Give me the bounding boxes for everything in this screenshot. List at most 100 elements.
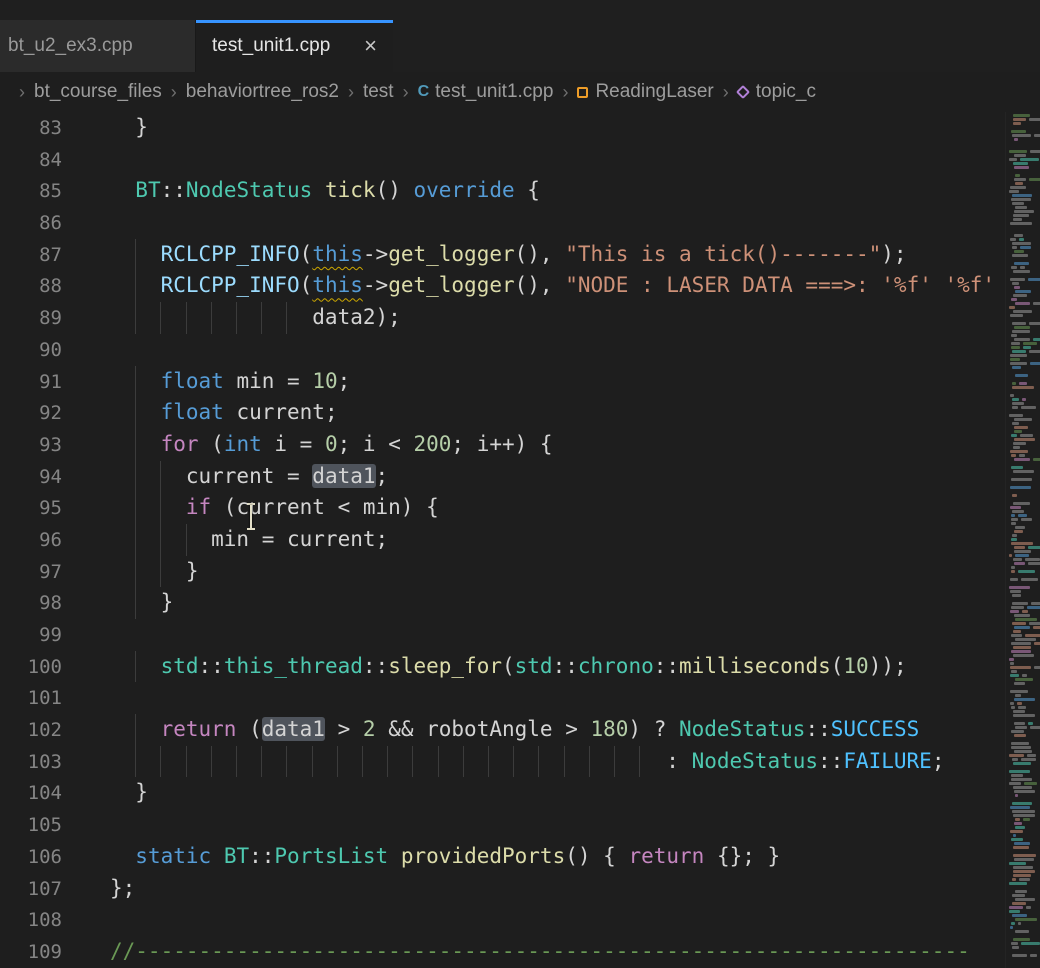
line-number[interactable]: 108 — [0, 905, 62, 937]
minimap-line — [1014, 614, 1030, 617]
minimap-line — [1009, 658, 1014, 661]
line-number[interactable]: 96 — [0, 525, 62, 557]
line-number[interactable]: 89 — [0, 303, 62, 335]
code-text: static BT::PortsList providedPorts() { r… — [110, 844, 780, 868]
breadcrumb-item-bt_course_files[interactable]: bt_course_files — [34, 81, 162, 103]
breadcrumb-item-test[interactable]: test — [363, 81, 394, 103]
chevron-right-icon: › — [562, 82, 568, 103]
line-number[interactable]: 83 — [0, 113, 62, 145]
breadcrumb-item-file[interactable]: C test_unit1.cpp — [418, 81, 554, 103]
code-line[interactable]: 92 float current; — [0, 397, 1040, 429]
code-token: data1 — [262, 717, 325, 741]
line-number[interactable]: 94 — [0, 462, 62, 494]
code-line[interactable]: 86 — [0, 207, 1040, 239]
minimap-line — [1034, 666, 1040, 669]
minimap-line — [1011, 298, 1017, 301]
close-icon[interactable]: × — [362, 35, 379, 57]
minimap-line — [1011, 642, 1030, 645]
line-number[interactable]: 109 — [0, 937, 62, 968]
minimap-line — [1014, 698, 1035, 701]
code-line[interactable]: 89 data2); — [0, 302, 1040, 334]
minimap-line — [1013, 442, 1025, 445]
line-number[interactable]: 85 — [0, 176, 62, 208]
code-line[interactable]: 83 } — [0, 112, 1040, 144]
indent-guide — [236, 302, 237, 334]
code-token: return — [161, 717, 237, 741]
breadcrumb-item-method[interactable]: topic_c — [738, 81, 816, 103]
code-text: data2); — [110, 305, 401, 329]
minimap-line — [1011, 538, 1017, 541]
line-number[interactable]: 103 — [0, 747, 62, 779]
code-line[interactable]: 99 — [0, 619, 1040, 651]
code-token: :: — [199, 654, 224, 678]
line-number[interactable]: 100 — [0, 652, 62, 684]
minimap-line — [1011, 922, 1015, 925]
minimap-line — [1012, 242, 1031, 245]
line-number[interactable]: 90 — [0, 335, 62, 367]
code-line[interactable]: 106 static BT::PortsList providedPorts()… — [0, 841, 1040, 873]
minimap-line — [1011, 454, 1016, 457]
line-number[interactable]: 107 — [0, 874, 62, 906]
code-line[interactable]: 107}; — [0, 873, 1040, 905]
line-number[interactable]: 104 — [0, 778, 62, 810]
code-line[interactable]: 98 } — [0, 587, 1040, 619]
breadcrumb-item-behaviortree_ros2[interactable]: behaviortree_ros2 — [186, 81, 339, 103]
code-line[interactable]: 105 — [0, 809, 1040, 841]
minimap-line — [1014, 562, 1024, 565]
minimap-line — [1013, 714, 1035, 717]
line-number[interactable]: 88 — [0, 271, 62, 303]
line-number[interactable]: 101 — [0, 683, 62, 715]
line-number[interactable]: 106 — [0, 842, 62, 874]
code-editor[interactable]: 83 }8485 BT::NodeStatus tick() override … — [0, 112, 1040, 968]
code-lines: 83 }8485 BT::NodeStatus tick() override … — [0, 112, 1040, 968]
code-token: ( — [300, 273, 313, 297]
breadcrumb-method-label: topic_c — [756, 81, 816, 103]
line-number[interactable]: 86 — [0, 208, 62, 240]
tab-test_unit1[interactable]: test_unit1.cpp × — [196, 20, 393, 72]
minimap[interactable] — [1005, 112, 1040, 968]
minimap-line — [1009, 306, 1015, 309]
minimap-line — [1033, 458, 1040, 461]
code-line[interactable]: 91 float min = 10; — [0, 366, 1040, 398]
line-number[interactable]: 99 — [0, 620, 62, 652]
line-number[interactable]: 105 — [0, 810, 62, 842]
code-line[interactable]: 88 RCLCPP_INFO(this->get_logger(), "NODE… — [0, 270, 1040, 302]
line-number[interactable]: 97 — [0, 557, 62, 589]
code-token: if — [186, 495, 211, 519]
code-line[interactable]: 93 for (int i = 0; i < 200; i++) { — [0, 429, 1040, 461]
code-line[interactable]: 84 — [0, 144, 1040, 176]
code-line[interactable]: 97 } — [0, 556, 1040, 588]
code-token — [211, 844, 224, 868]
minimap-line — [1012, 134, 1031, 137]
code-token: std — [515, 654, 553, 678]
line-number[interactable]: 98 — [0, 588, 62, 620]
tab-bt_u2_ex3[interactable]: bt_u2_ex3.cpp — [0, 20, 196, 72]
method-icon — [736, 85, 750, 99]
code-token: :: — [805, 717, 830, 741]
code-line[interactable]: 94 current = data1; — [0, 461, 1040, 493]
code-line[interactable]: 100 std::this_thread::sleep_for(std::chr… — [0, 651, 1040, 683]
line-number[interactable]: 84 — [0, 145, 62, 177]
code-line[interactable]: 90 — [0, 334, 1040, 366]
indent-guide — [312, 746, 313, 778]
code-line[interactable]: 102 return (data1 > 2 && robotAngle > 18… — [0, 714, 1040, 746]
code-line[interactable]: 109//-----------------------------------… — [0, 936, 1040, 968]
code-line[interactable]: 87 RCLCPP_INFO(this->get_logger(), "This… — [0, 239, 1040, 271]
tab-label: bt_u2_ex3.cpp — [8, 35, 133, 57]
code-line[interactable]: 95 if (current < min) { — [0, 492, 1040, 524]
breadcrumb-item-class[interactable]: ReadingLaser — [577, 81, 713, 103]
code-line[interactable]: 96 min = current; — [0, 524, 1040, 556]
indent-guide — [135, 492, 136, 524]
line-number[interactable]: 102 — [0, 715, 62, 747]
line-number[interactable]: 87 — [0, 240, 62, 272]
code-line[interactable]: 108 — [0, 904, 1040, 936]
code-line[interactable]: 103 : NodeStatus::FAILURE; — [0, 746, 1040, 778]
code-line[interactable]: 101 — [0, 682, 1040, 714]
code-text: min = current; — [110, 527, 388, 551]
line-number[interactable]: 93 — [0, 430, 62, 462]
line-number[interactable]: 91 — [0, 367, 62, 399]
line-number[interactable]: 95 — [0, 493, 62, 525]
line-number[interactable]: 92 — [0, 398, 62, 430]
code-line[interactable]: 85 BT::NodeStatus tick() override { — [0, 175, 1040, 207]
code-line[interactable]: 104 } — [0, 777, 1040, 809]
